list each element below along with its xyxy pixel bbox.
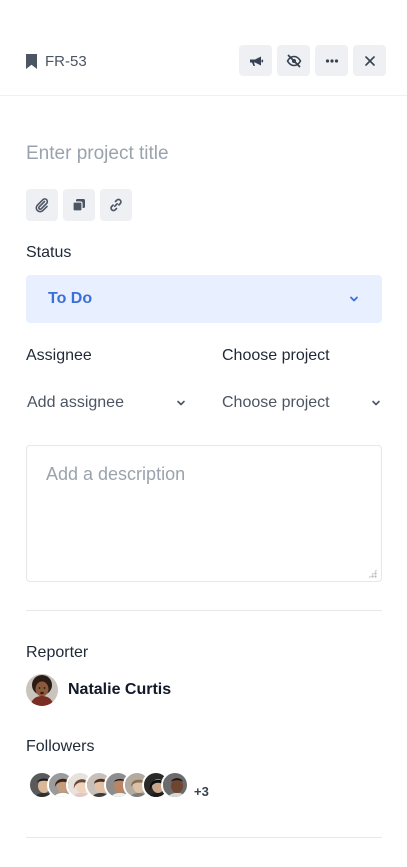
ticket-id[interactable]: FR-53 — [26, 53, 87, 70]
chevron-down-icon — [370, 397, 382, 409]
followers-label: Followers — [26, 738, 95, 755]
description-input[interactable] — [26, 445, 382, 582]
assignee-value: Add assignee — [27, 394, 124, 411]
avatar — [161, 770, 189, 799]
divider — [26, 837, 382, 838]
close-icon — [364, 55, 375, 66]
paperclip-icon — [35, 198, 49, 213]
reporter-user[interactable]: Natalie Curtis — [26, 674, 171, 706]
status-label: Status — [26, 244, 72, 261]
project-title-input[interactable] — [26, 140, 382, 168]
link-icon — [110, 198, 122, 212]
announce-button[interactable] — [239, 45, 272, 76]
duplicate-button[interactable] — [63, 189, 95, 221]
assignee-dropdown[interactable]: Add assignee — [27, 391, 187, 415]
followers-more-count[interactable]: +3 — [194, 784, 209, 799]
attach-file-button[interactable] — [26, 189, 58, 221]
header-toolbar — [239, 45, 386, 76]
status-value: To Do — [48, 290, 93, 307]
project-value: Choose project — [222, 394, 330, 411]
megaphone-icon — [249, 56, 263, 66]
avatar — [26, 674, 58, 706]
panel-header: FR-53 — [0, 0, 407, 96]
project-dropdown[interactable]: Choose project — [222, 391, 382, 415]
assignee-label: Assignee — [26, 347, 92, 364]
status-dropdown[interactable]: To Do — [26, 275, 382, 323]
link-button[interactable] — [100, 189, 132, 221]
close-button[interactable] — [353, 45, 386, 76]
copy-icon — [72, 199, 85, 212]
divider — [26, 610, 382, 611]
chevron-down-icon — [175, 397, 187, 409]
ticket-id-label: FR-53 — [45, 53, 87, 70]
eye-off-icon — [286, 54, 301, 67]
followers-avatar-stack[interactable]: +3 — [28, 770, 209, 799]
reporter-label: Reporter — [26, 644, 89, 661]
project-label: Choose project — [222, 347, 330, 364]
more-icon — [325, 58, 338, 63]
chevron-down-icon — [348, 293, 360, 305]
attachment-toolbar — [26, 189, 132, 221]
unwatch-button[interactable] — [277, 45, 310, 76]
bookmark-icon — [26, 54, 37, 69]
reporter-name: Natalie Curtis — [68, 681, 172, 698]
more-button[interactable] — [315, 45, 348, 76]
